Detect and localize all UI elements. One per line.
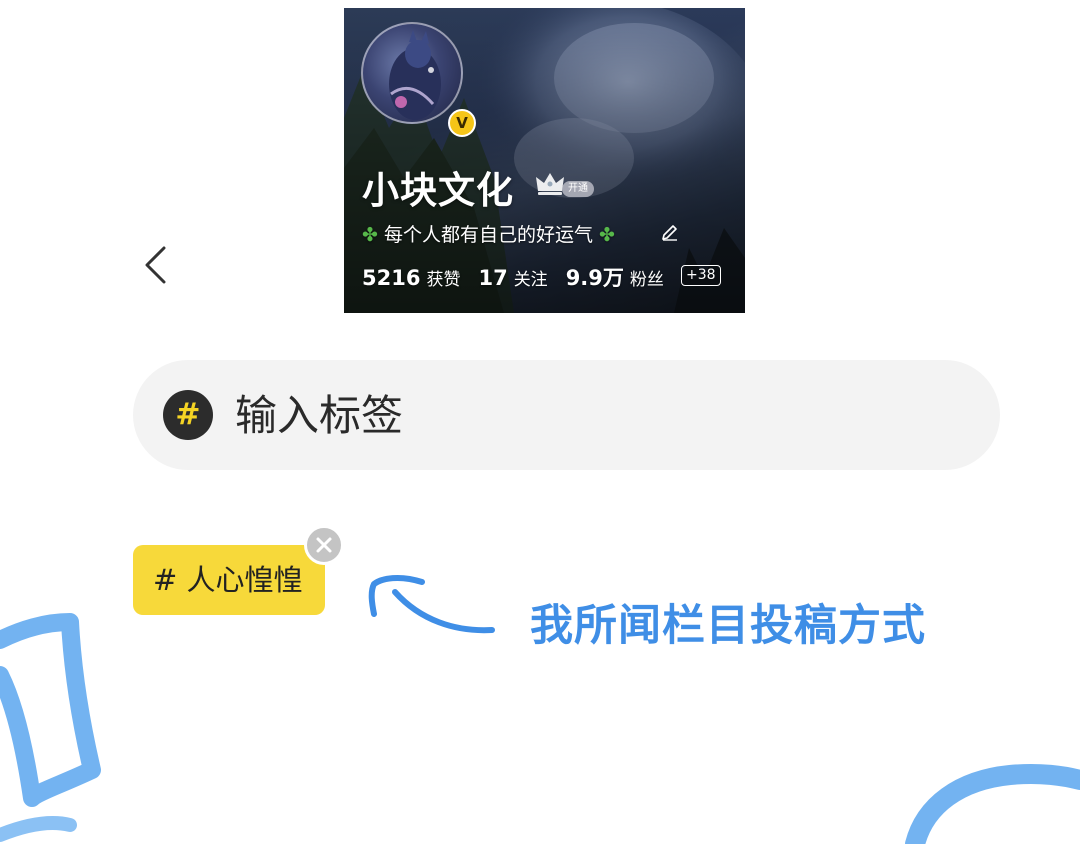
verified-badge: V bbox=[448, 109, 476, 137]
tag-input-field[interactable]: # 输入标签 bbox=[133, 360, 1000, 470]
decorative-scribble bbox=[905, 763, 1080, 844]
crown-icon[interactable] bbox=[534, 169, 566, 197]
tag-input-placeholder: 输入标签 bbox=[235, 391, 404, 440]
chevron-left-icon bbox=[145, 246, 166, 284]
decorative-scribble bbox=[0, 613, 101, 842]
profile-bio: ✤ 每个人都有自己的好运气 ✤ bbox=[362, 220, 615, 247]
hashtag-icon: # bbox=[163, 390, 213, 440]
new-followers-badge[interactable]: +38 bbox=[681, 265, 721, 286]
avatar-image bbox=[389, 30, 441, 120]
followers-count[interactable]: 9.9万 bbox=[566, 266, 624, 290]
close-icon bbox=[316, 537, 332, 553]
tag-editor-screen: V 小块文化 开通 ✤ 每个人都有自己的好运气 ✤ 5216 获赞 17 关注 9.9万… bbox=[0, 0, 1080, 844]
open-badge[interactable]: 开通 bbox=[562, 181, 594, 197]
followers-label[interactable]: 粉丝 bbox=[630, 270, 664, 290]
profile-card: V 小块文化 开通 ✤ 每个人都有自己的好运气 ✤ 5216 获赞 17 关注 9.9万… bbox=[344, 8, 745, 313]
annotation-arrow-icon bbox=[368, 574, 495, 634]
pencil-icon[interactable] bbox=[660, 222, 680, 242]
back-button[interactable] bbox=[138, 240, 178, 290]
avatar[interactable] bbox=[361, 22, 463, 124]
following-count[interactable]: 17 bbox=[478, 266, 507, 290]
profile-name: 小块文化 bbox=[362, 169, 514, 212]
four-leaf-clover-icon: ✤ bbox=[362, 224, 378, 246]
remove-tag-button[interactable] bbox=[304, 525, 344, 565]
likes-label: 获赞 bbox=[426, 270, 461, 290]
likes-count: 5216 bbox=[362, 266, 421, 290]
tag-chip-label: # 人心惶惶 bbox=[153, 563, 303, 597]
following-label[interactable]: 关注 bbox=[514, 270, 548, 290]
bio-text: 每个人都有自己的好运气 bbox=[383, 224, 593, 246]
tag-chip[interactable]: # 人心惶惶 bbox=[133, 545, 325, 615]
four-leaf-clover-icon: ✤ bbox=[599, 224, 615, 246]
annotation-text: 我所闻栏目投稿方式 bbox=[530, 601, 926, 651]
profile-stats: 5216 获赞 17 关注 9.9万 粉丝 bbox=[362, 262, 682, 292]
